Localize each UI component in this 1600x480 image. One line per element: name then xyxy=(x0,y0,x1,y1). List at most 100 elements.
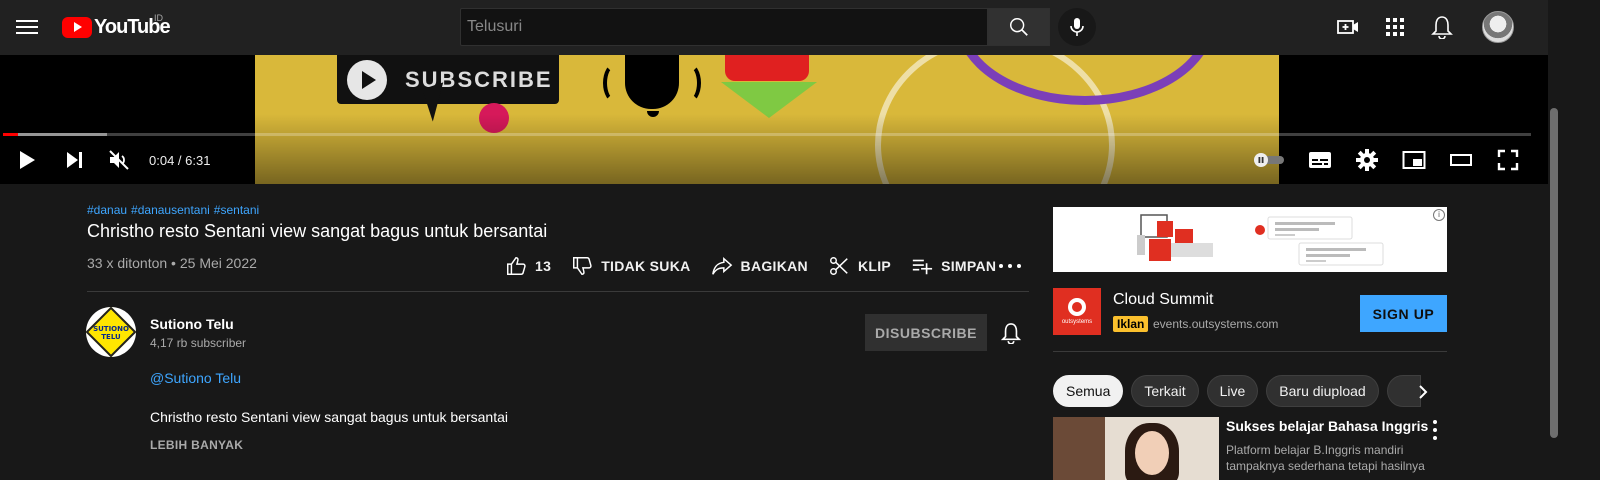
top-bar: YouTube ID xyxy=(0,0,1548,55)
search-icon xyxy=(1010,18,1028,36)
outsystems-logo-icon xyxy=(1068,298,1086,316)
theater-mode-button[interactable] xyxy=(1448,147,1474,173)
play-button[interactable] xyxy=(14,147,40,173)
progress-played xyxy=(3,133,19,136)
voice-search-button[interactable] xyxy=(1058,8,1096,46)
scissors-icon xyxy=(829,257,848,275)
notifications-button[interactable] xyxy=(1430,15,1454,39)
video-youtube-icon xyxy=(725,55,809,81)
clip-button[interactable]: KLIP xyxy=(828,255,891,277)
chip-all[interactable]: Semua xyxy=(1053,375,1124,407)
unsubscribe-button[interactable]: DISUBSCRIBE xyxy=(865,314,987,351)
filter-chips: Semua Terkait Live Baru diupload xyxy=(1053,375,1421,407)
apps-grid-icon xyxy=(1386,18,1404,36)
hashtag-link[interactable]: #sentani xyxy=(214,203,259,217)
ad-info-icon[interactable]: i xyxy=(1433,209,1445,221)
progress-bar[interactable] xyxy=(3,133,1531,136)
recommendation-title[interactable]: Sukses belajar Bahasa Inggris xyxy=(1226,418,1428,434)
autoplay-toggle[interactable] xyxy=(1252,147,1286,173)
chip-recently-uploaded[interactable]: Baru diupload xyxy=(1266,375,1379,407)
ad-badge: Iklan xyxy=(1113,316,1149,332)
ad-banner-image[interactable] xyxy=(1053,207,1447,272)
recommendation-description-line: Platform belajar B.Inggris mandiri xyxy=(1226,443,1404,457)
skip-next-icon xyxy=(67,152,82,168)
divider xyxy=(87,291,1029,292)
volume-muted-icon xyxy=(109,150,129,170)
miniplayer-icon xyxy=(1402,151,1426,169)
menu-icon[interactable] xyxy=(16,16,38,38)
search-input[interactable] xyxy=(461,9,987,45)
video-meta: 33 x ditonton • 25 Mei 2022 xyxy=(87,255,257,271)
channel-handle-link[interactable]: @Sutiono Telu xyxy=(150,370,241,386)
channel-notification-button[interactable] xyxy=(998,320,1024,346)
save-button[interactable]: SIMPAN xyxy=(911,255,996,277)
search-button[interactable] xyxy=(988,8,1050,46)
chip-live[interactable]: Live xyxy=(1206,375,1259,407)
scrollbar-thumb[interactable] xyxy=(1550,108,1558,438)
dislike-button[interactable]: TIDAK SUKA xyxy=(571,255,690,277)
video-decor-triangle xyxy=(721,82,817,118)
theater-mode-icon xyxy=(1450,154,1472,166)
fullscreen-button[interactable] xyxy=(1495,147,1521,173)
playlist-add-icon xyxy=(912,259,933,275)
youtube-play-icon xyxy=(62,16,92,38)
video-decor-ring-left xyxy=(603,63,627,103)
thumbnail-bg xyxy=(1053,417,1105,480)
video-bell-icon xyxy=(625,55,679,117)
share-label: BAGIKAN xyxy=(740,258,808,274)
account-avatar[interactable] xyxy=(1482,11,1514,43)
ad-signup-button[interactable]: SIGN UP xyxy=(1360,295,1447,332)
microphone-icon xyxy=(1070,18,1084,36)
ad-advertiser-logo[interactable]: outsystems xyxy=(1053,288,1101,335)
channel-avatar[interactable]: SUTIONO TELU xyxy=(86,307,136,357)
thumbnail-person xyxy=(1125,423,1179,480)
more-actions-button[interactable] xyxy=(999,256,1021,276)
create-video-icon xyxy=(1337,20,1358,34)
save-label: SIMPAN xyxy=(941,258,997,274)
mute-button[interactable] xyxy=(106,147,132,173)
video-player[interactable]: SUBSCRIBE 0:04 / 6:31 xyxy=(0,55,1548,184)
ad-illustration xyxy=(1137,214,1384,266)
like-count: 13 xyxy=(535,258,552,274)
show-more-button[interactable]: LEBIH BANYAK xyxy=(150,438,243,452)
time-display: 0:04 / 6:31 xyxy=(149,153,211,168)
like-button[interactable]: 13 xyxy=(505,255,551,277)
subtitles-button[interactable] xyxy=(1307,147,1333,173)
subscriber-count: 4,17 rb subscriber xyxy=(150,336,247,350)
bell-icon xyxy=(1001,323,1021,344)
ad-title[interactable]: Cloud Summit xyxy=(1113,291,1213,309)
subtitles-icon xyxy=(1309,152,1331,168)
dislike-label: TIDAK SUKA xyxy=(601,258,691,274)
miniplayer-button[interactable] xyxy=(1401,147,1427,173)
create-video-button[interactable] xyxy=(1336,15,1360,39)
gear-icon xyxy=(1356,149,1378,171)
video-title: Christho resto Sentani view sangat bagus… xyxy=(87,221,548,241)
fullscreen-icon xyxy=(1497,149,1519,171)
divider xyxy=(1053,351,1447,352)
thumbs-down-icon xyxy=(573,257,592,275)
hashtag-link[interactable]: #danau xyxy=(87,203,127,217)
next-button[interactable] xyxy=(62,147,86,173)
thumbs-up-icon xyxy=(507,257,526,275)
settings-button[interactable] xyxy=(1354,147,1380,173)
apps-button[interactable] xyxy=(1383,15,1407,39)
chip-related[interactable]: Terkait xyxy=(1131,375,1199,407)
video-description: Christho resto Sentani view sangat bagus… xyxy=(150,409,508,425)
ad-domain: events.outsystems.com xyxy=(1153,317,1279,331)
country-code: ID xyxy=(154,13,163,23)
recommendation-description: Platform belajar B.Inggris mandiri tampa… xyxy=(1226,442,1426,474)
recommendation-thumbnail[interactable] xyxy=(1053,417,1219,480)
play-icon xyxy=(20,151,35,169)
hashtag-link[interactable]: #danausentani xyxy=(131,203,210,217)
recommendation-menu-button[interactable] xyxy=(1428,420,1442,440)
share-icon xyxy=(711,257,732,275)
recommendation-description-line: tampaknya sederhana tetapi hasilnya xyxy=(1226,459,1425,473)
play-circle-icon xyxy=(347,59,387,100)
channel-name[interactable]: Sutiono Telu xyxy=(150,316,234,332)
autoplay-toggle-icon xyxy=(1254,153,1284,167)
progress-buffered xyxy=(3,133,107,136)
hashtags: #danau #danausentani #sentani xyxy=(87,203,263,217)
search-box xyxy=(460,8,988,46)
chips-next-button[interactable] xyxy=(1412,381,1434,403)
share-button[interactable]: BAGIKAN xyxy=(711,255,808,277)
